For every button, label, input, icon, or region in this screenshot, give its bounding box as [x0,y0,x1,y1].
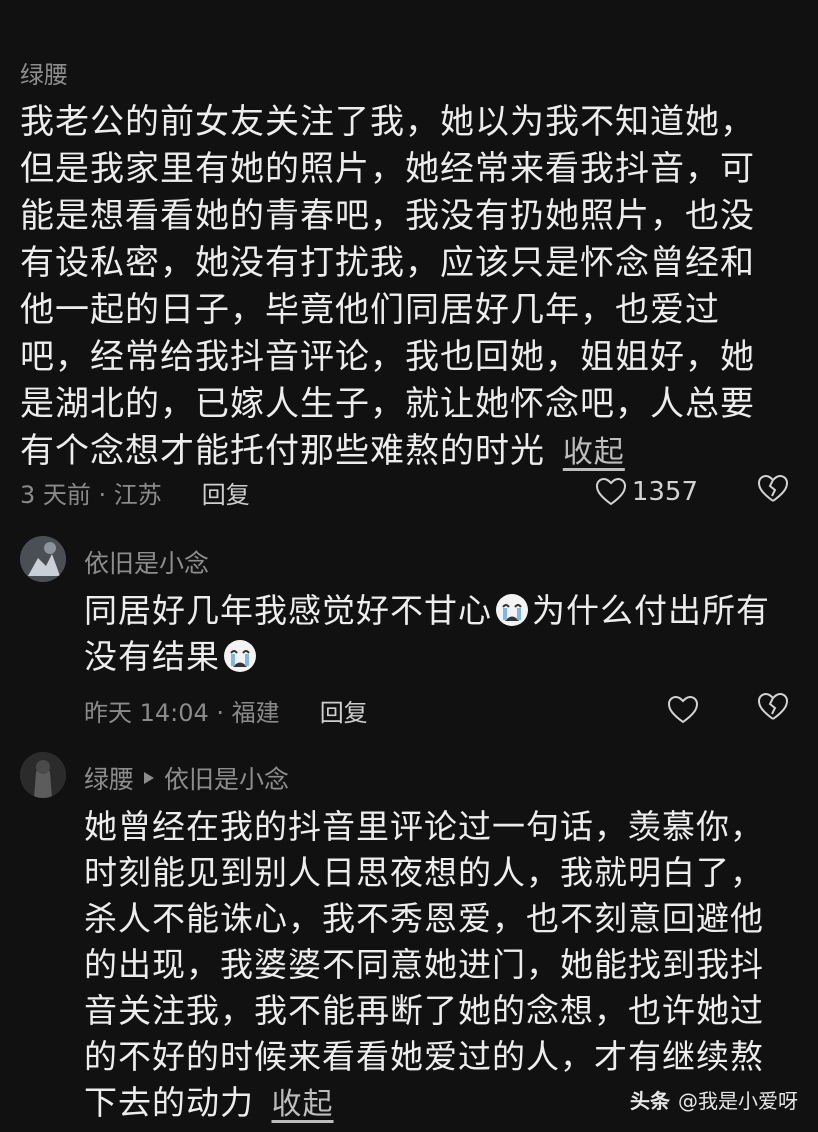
dislike-button[interactable] [757,474,789,509]
reply-to-user[interactable]: 依旧是小念 [164,760,289,796]
watermark: 头条 @我是小爱呀 [630,1085,798,1114]
reply-button[interactable]: 回复 [202,475,250,510]
reply-author[interactable]: 依旧是小念 [84,544,209,580]
broken-heart-icon [757,474,789,502]
comment-text: 我老公的前女友关注了我，她以为我不知道她，但是我家里有她的照片，她经常来看我抖音… [20,99,780,476]
collapse-link[interactable]: 收起 [272,1087,334,1122]
reply-text-content: 她曾经在我的抖音里评论过一句话，羡慕你，时刻能见到别人日思夜想的人，我就明白了，… [84,807,764,1122]
reply-time-location: 昨天 14:04 · 福建 [84,698,280,727]
reply-author[interactable]: 绿腰 [84,760,134,796]
reply-button[interactable]: 回复 [320,693,368,728]
reply-text: 同居好几年我感觉好不甘心 为什么付出所有没有结果 [84,588,774,680]
reply-text-part: 同居好几年我感觉好不甘心 [84,591,492,630]
crying-emoji-icon [224,640,256,672]
comment-time-location: 3 天前 · 江苏 [20,480,162,509]
heart-icon [668,696,698,724]
crying-emoji-icon [496,594,528,626]
watermark-brand: 头条 [630,1089,670,1113]
like-button[interactable]: 1357 [595,477,698,507]
avatar-image [20,752,66,798]
comment-meta: 3 天前 · 江苏 回复 1357 [20,472,789,512]
heart-icon [595,478,626,506]
avatar-image [20,536,66,582]
collapse-link[interactable]: 收起 [563,435,625,470]
reply-text: 她曾经在我的抖音里评论过一句话，羡慕你，时刻能见到别人日思夜想的人，我就明白了，… [84,804,774,1128]
watermark-handle: @我是小爱呀 [678,1089,798,1113]
reply-meta: 昨天 14:04 · 福建 回复 [84,690,789,730]
avatar[interactable] [20,536,66,582]
comment-author[interactable]: 绿腰 [20,55,68,90]
broken-heart-icon [757,692,789,720]
dislike-button[interactable] [757,692,789,727]
comment-text-content: 我老公的前女友关注了我，她以为我不知道她，但是我家里有她的照片，她经常来看我抖音… [20,102,755,471]
like-button[interactable] [668,696,698,724]
avatar[interactable] [20,752,66,798]
like-count: 1357 [631,477,698,507]
triangle-right-icon [144,772,155,784]
reply-author-line: 绿腰 依旧是小念 [84,760,289,796]
